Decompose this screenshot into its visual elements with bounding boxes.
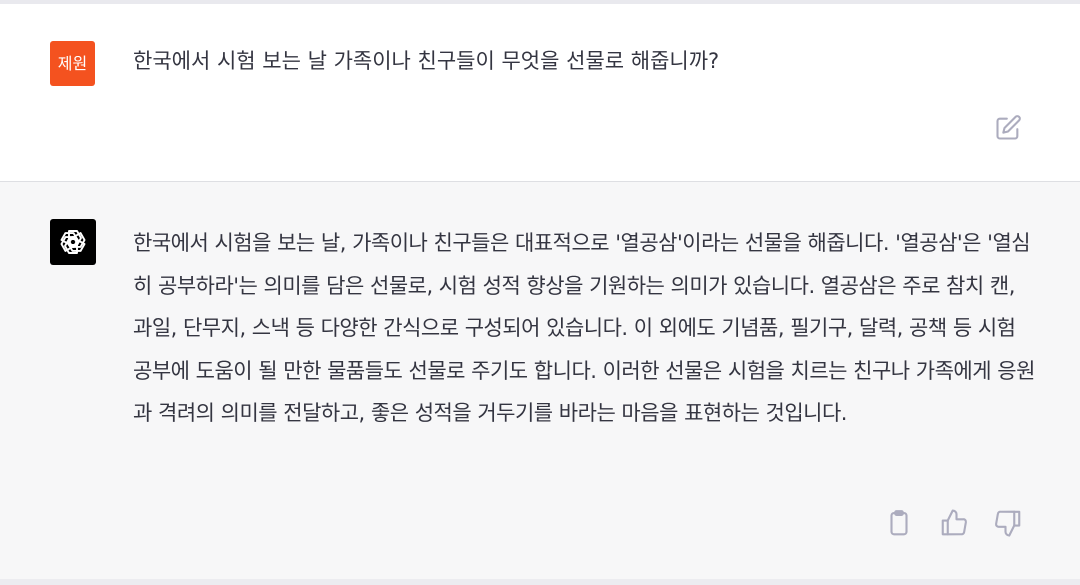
thumbs-up-icon[interactable] bbox=[939, 508, 969, 538]
assistant-message-text: 한국에서 시험을 보는 날, 가족이나 친구들은 대표적으로 '열공삼'이라는 … bbox=[133, 231, 1035, 425]
user-message-row: 제원 한국에서 시험 보는 날 가족이나 친구들이 무엇을 선물로 해줍니까? bbox=[0, 4, 1080, 182]
edit-icon[interactable] bbox=[994, 114, 1022, 142]
bottom-divider bbox=[0, 579, 1080, 585]
chat-page: 제원 한국에서 시험 보는 날 가족이나 친구들이 무엇을 선물로 해줍니까? bbox=[0, 0, 1080, 585]
clipboard-icon[interactable] bbox=[884, 508, 914, 538]
assistant-message-row: 한국에서 시험을 보는 날, 가족이나 친구들은 대표적으로 '열공삼'이라는 … bbox=[0, 182, 1080, 580]
assistant-avatar bbox=[50, 219, 96, 265]
openai-logo-icon bbox=[60, 230, 86, 254]
user-avatar: 제원 bbox=[50, 41, 95, 86]
thumbs-down-icon[interactable] bbox=[993, 508, 1023, 538]
user-message-text: 한국에서 시험 보는 날 가족이나 친구들이 무엇을 선물로 해줍니까? bbox=[133, 49, 720, 73]
